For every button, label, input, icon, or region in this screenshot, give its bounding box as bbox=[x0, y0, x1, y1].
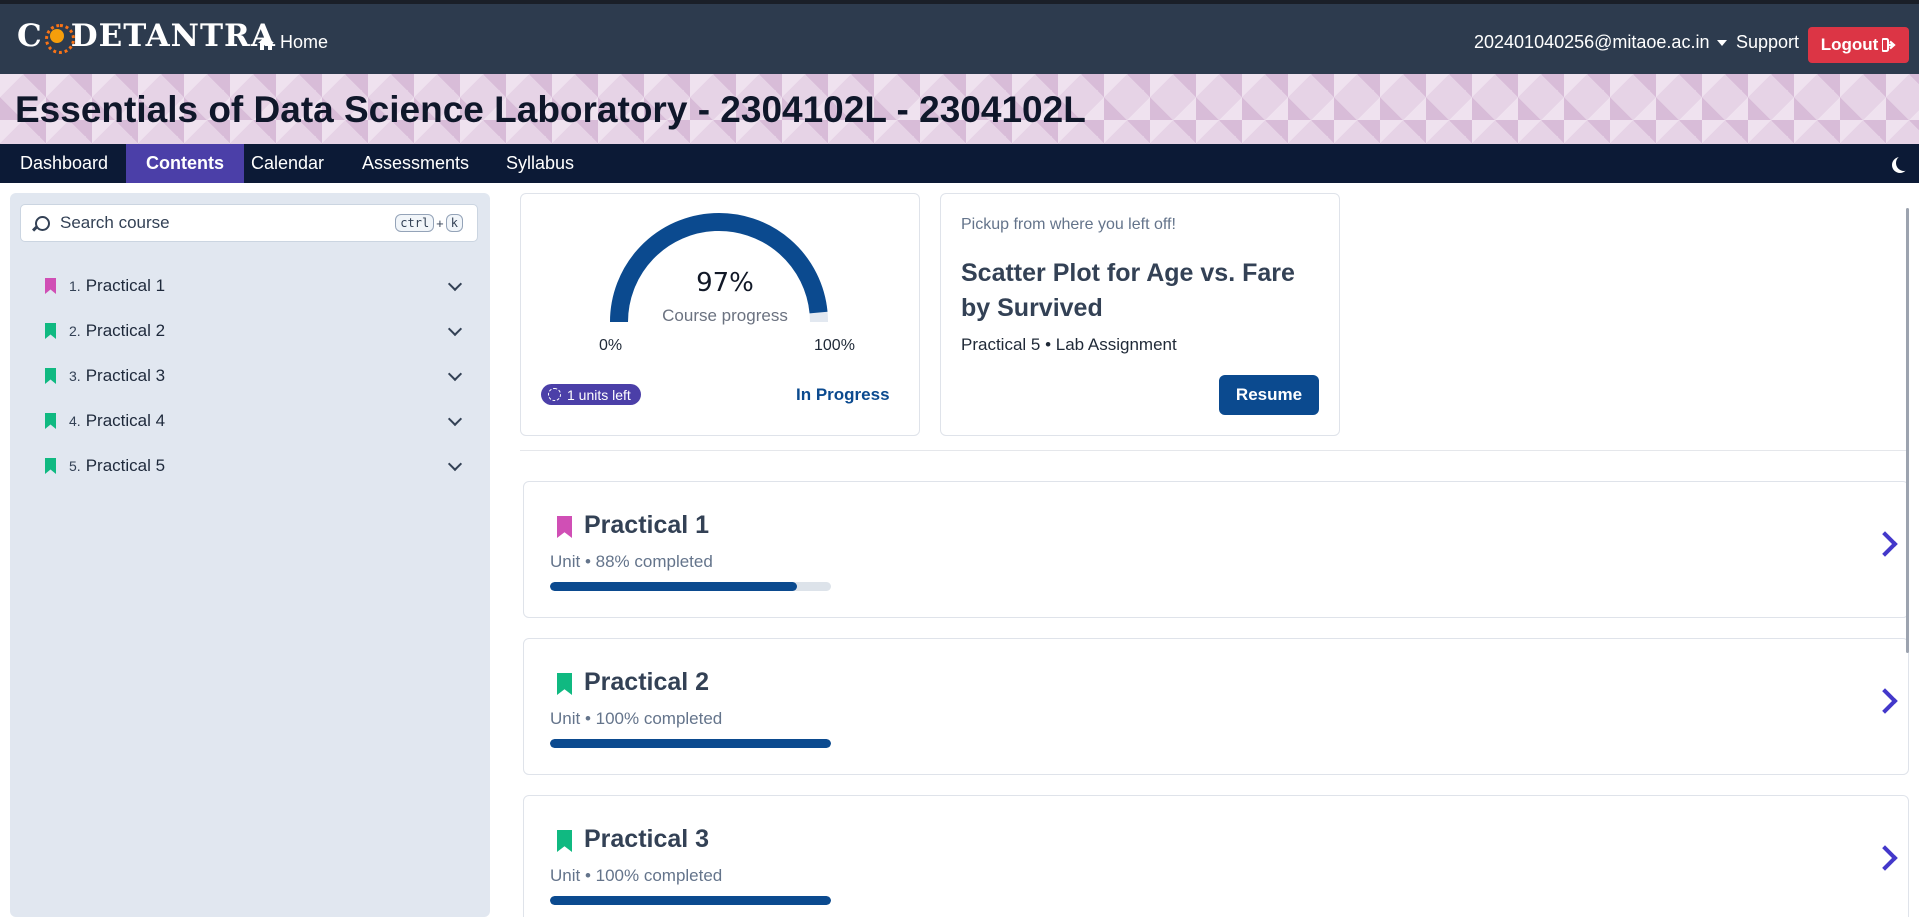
unit-title: Practical 3 bbox=[584, 825, 710, 853]
units-left-text: 1 units left bbox=[567, 386, 631, 403]
search-placeholder: Search course bbox=[60, 213, 170, 232]
sidebar-item-practical-4[interactable]: 4. Practical 4 bbox=[10, 401, 490, 441]
bookmark-icon bbox=[45, 458, 56, 474]
sidebar-item-label: Practical 5 bbox=[85, 456, 166, 475]
unit-progress-bar bbox=[550, 582, 831, 591]
tab-contents[interactable]: Contents bbox=[126, 144, 244, 183]
tab-calendar[interactable]: Calendar bbox=[231, 144, 344, 183]
gauge-min-label: 0% bbox=[599, 337, 623, 354]
clock-icon bbox=[548, 388, 561, 401]
sidebar-item-label: Practical 4 bbox=[85, 411, 166, 430]
sidebar-item-number: 1. bbox=[69, 278, 81, 294]
unit-progress-fill bbox=[550, 896, 831, 905]
resume-button[interactable]: Resume bbox=[1219, 375, 1319, 415]
chevron-down-icon[interactable] bbox=[447, 321, 463, 336]
shortcut-ctrl-key: ctrl bbox=[395, 214, 435, 232]
sidebar-item-label: Practical 1 bbox=[85, 276, 166, 295]
bookmark-icon bbox=[557, 673, 572, 695]
unit-card-practical-2[interactable]: Practical 2 Unit • 100% completed bbox=[523, 638, 1909, 775]
search-course-input[interactable]: Search course ctrl + k bbox=[20, 204, 478, 242]
user-account-dropdown[interactable]: 202401040256@mitaoe.ac.in bbox=[1474, 32, 1728, 53]
unit-progress-fill bbox=[550, 582, 798, 591]
bookmark-icon bbox=[45, 323, 56, 339]
shortcut-plus: + bbox=[436, 215, 444, 231]
unit-subtitle: Unit • 100% completed bbox=[550, 866, 723, 885]
progress-percent: 97% bbox=[696, 268, 754, 298]
caret-down-icon bbox=[1717, 39, 1728, 46]
sign-out-icon bbox=[1882, 38, 1896, 52]
gauge-max-label: 100% bbox=[814, 337, 855, 354]
section-divider bbox=[520, 450, 1909, 451]
progress-label: Course progress bbox=[662, 306, 788, 325]
unit-subtitle: Unit • 100% completed bbox=[550, 709, 723, 728]
home-link[interactable]: Home bbox=[258, 32, 328, 53]
chevron-down-icon[interactable] bbox=[447, 456, 463, 471]
sidebar-item-practical-1[interactable]: 1. Practical 1 bbox=[10, 266, 490, 306]
sidebar-item-number: 3. bbox=[69, 368, 81, 384]
chevron-right-icon[interactable] bbox=[1872, 845, 1898, 871]
home-label: Home bbox=[280, 32, 329, 52]
pickup-text: Pickup from where you left off! bbox=[961, 216, 1176, 233]
sidebar-item-number: 5. bbox=[69, 458, 81, 474]
sidebar-item-number: 2. bbox=[69, 323, 81, 339]
unit-subtitle: Unit • 88% completed bbox=[550, 552, 713, 571]
progress-status: In Progress bbox=[796, 385, 890, 404]
unit-card-practical-1[interactable]: Practical 1 Unit • 88% completed bbox=[523, 481, 1909, 618]
tab-assessments[interactable]: Assessments bbox=[342, 144, 489, 183]
bookmark-icon bbox=[45, 368, 56, 384]
sidebar-item-practical-2[interactable]: 2. Practical 2 bbox=[10, 311, 490, 351]
chevron-right-icon[interactable] bbox=[1872, 531, 1898, 557]
unit-progress-bar bbox=[550, 896, 831, 905]
sidebar-item-label: Practical 3 bbox=[85, 366, 166, 385]
main-scrollbar[interactable] bbox=[1906, 208, 1909, 653]
sidebar-item-label: Practical 2 bbox=[85, 321, 166, 340]
tab-syllabus[interactable]: Syllabus bbox=[486, 144, 594, 183]
bookmark-icon bbox=[45, 278, 56, 294]
bookmark-icon bbox=[45, 413, 56, 429]
sun-logo-icon bbox=[44, 23, 75, 54]
course-tabs: Dashboard Contents Calendar Assessments … bbox=[0, 144, 1919, 183]
sidebar-item-practical-5[interactable]: 5. Practical 5 bbox=[10, 446, 490, 486]
unit-progress-bar bbox=[550, 739, 831, 748]
sidebar-item-number: 4. bbox=[69, 413, 81, 429]
home-icon bbox=[258, 35, 274, 50]
shortcut-k-key: k bbox=[445, 214, 463, 232]
resume-item-subtitle: Practical 5 • Lab Assignment bbox=[961, 335, 1177, 354]
page-title: Essentials of Data Science Laboratory - … bbox=[15, 89, 1086, 130]
sidebar-item-practical-3[interactable]: 3. Practical 3 bbox=[10, 356, 490, 396]
unit-title: Practical 2 bbox=[584, 668, 710, 696]
resume-item-title: Scatter Plot for Age vs. Fare by Survive… bbox=[961, 259, 1295, 322]
chevron-down-icon[interactable] bbox=[447, 411, 463, 426]
tab-dashboard[interactable]: Dashboard bbox=[0, 144, 128, 183]
course-progress-card: 97% Course progress 0% 100% 1 units left… bbox=[520, 193, 920, 436]
course-sidebar: Search course ctrl + k 1. Practical 1 2.… bbox=[10, 193, 490, 917]
resume-card: Pickup from where you left off! Scatter … bbox=[940, 193, 1340, 436]
chevron-down-icon[interactable] bbox=[447, 366, 463, 381]
unit-progress-fill bbox=[550, 739, 831, 748]
course-banner: Essentials of Data Science Laboratory - … bbox=[0, 74, 1919, 144]
bookmark-icon bbox=[557, 830, 572, 852]
unit-card-practical-3[interactable]: Practical 3 Unit • 100% completed bbox=[523, 795, 1909, 917]
unit-title: Practical 1 bbox=[584, 511, 710, 539]
support-link[interactable]: Support bbox=[1736, 32, 1799, 53]
top-navbar: C DETANTRA Home 202401040256@mitaoe.ac.in… bbox=[0, 0, 1919, 74]
units-left-badge: 1 units left bbox=[541, 384, 641, 405]
bookmark-icon bbox=[557, 516, 572, 538]
chevron-down-icon[interactable] bbox=[447, 276, 463, 291]
chevron-right-icon[interactable] bbox=[1872, 688, 1898, 714]
user-email: 202401040256@mitaoe.ac.in bbox=[1474, 32, 1710, 52]
logout-button[interactable]: Logout bbox=[1808, 27, 1909, 63]
dark-mode-moon-icon[interactable] bbox=[1896, 155, 1912, 171]
logout-label: Logout bbox=[1820, 35, 1879, 54]
search-icon bbox=[35, 215, 50, 231]
codetantra-logo[interactable]: C DETANTRA bbox=[17, 18, 276, 54]
